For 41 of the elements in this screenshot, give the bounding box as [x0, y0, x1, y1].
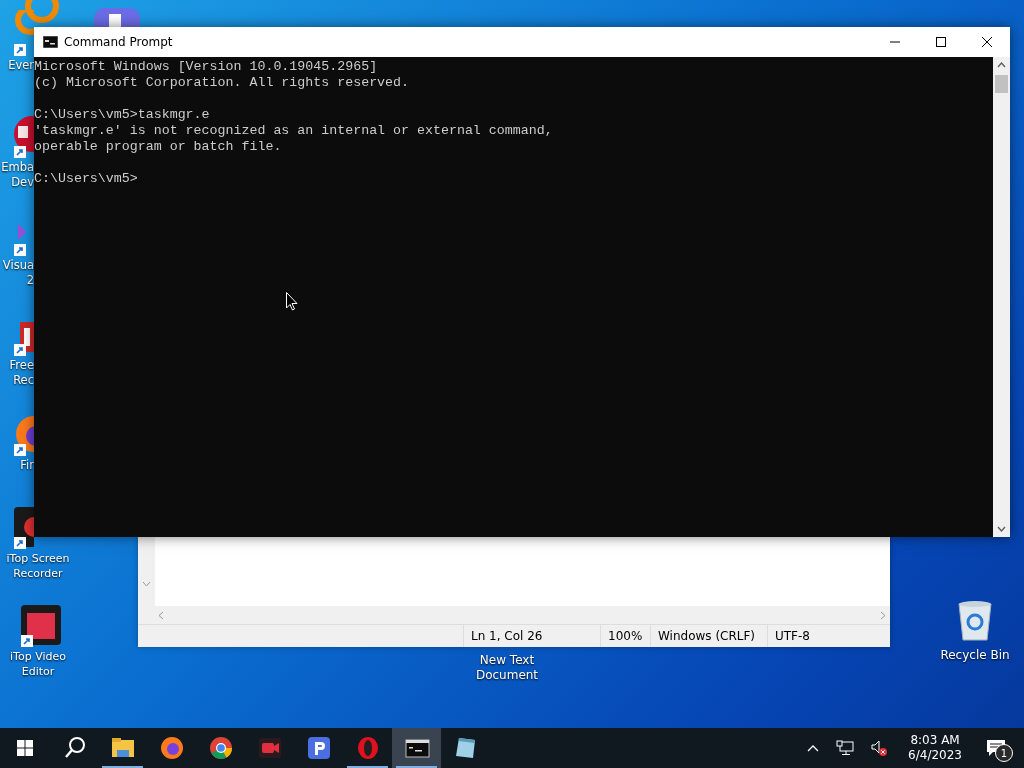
chrome-icon [209, 737, 232, 759]
folder-icon [111, 738, 134, 757]
status-text: Ln 1, Col 26 [471, 629, 543, 643]
window-title: Command Prompt [64, 35, 174, 49]
console-line: Microsoft Windows [Version 10.0.19045.2965] [34, 59, 378, 75]
notification-count: 1 [995, 744, 1013, 762]
scroll-up-icon[interactable] [997, 62, 1006, 68]
opera-icon [357, 737, 378, 759]
p-logo-icon [307, 737, 330, 759]
icon-label: Emba Dev [1, 160, 34, 190]
console-line: C:\Users\vm5>taskmgr.e [34, 107, 210, 123]
icon-label: New Text Document [474, 653, 540, 683]
taskbar-button[interactable] [392, 728, 441, 768]
icon-label: Ever [8, 58, 34, 73]
maximize-icon [935, 36, 947, 48]
icon-label: Recycle Bin [940, 648, 1010, 662]
close-icon [981, 36, 993, 48]
mouse-pointer-icon [286, 292, 298, 311]
terminal-icon [405, 739, 429, 758]
terminal-icon [43, 36, 58, 48]
status-text: 100% [608, 629, 643, 643]
windows-logo-icon [16, 740, 33, 756]
status-text: UTF-8 [775, 629, 810, 643]
icon-label: iTop Video Editor [10, 649, 66, 679]
notepad-icon [455, 738, 475, 758]
console-line: (c) Microsoft Corporation. All rights reserved. [34, 75, 410, 91]
search-icon [64, 737, 85, 758]
clock[interactable]: 8:03 AM 6/4/2023 [904, 733, 966, 763]
icon-label: Fir [20, 458, 34, 473]
camera-icon [258, 738, 281, 758]
icon-label: Visua 2 [2, 258, 34, 288]
recycle-bin-icon[interactable] [955, 600, 995, 642]
console-line: C:\Users\vm5> [34, 171, 138, 187]
scroll-down-icon[interactable] [997, 526, 1006, 532]
scroll-thumb[interactable] [995, 75, 1008, 93]
icon-label: Free Rec [9, 358, 34, 388]
console-line: 'taskmgr.e' is not recognized as an internal or external command, [34, 123, 553, 139]
console-line: operable program or batch file. [34, 139, 282, 155]
icon-label: iTop Screen Recorder [6, 551, 70, 581]
firefox-icon [160, 737, 183, 759]
status-text: Windows (CRLF) [658, 629, 756, 643]
